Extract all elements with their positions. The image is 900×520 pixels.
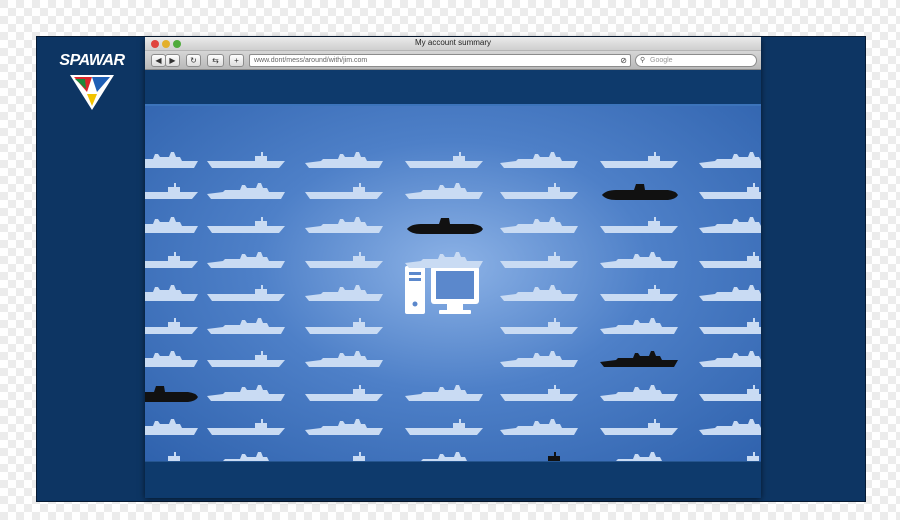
ship-grid-area [145,106,761,461]
reload-button[interactable]: ↻ [186,54,201,67]
destroyer-ship-icon [600,385,678,401]
page-footer-band [145,461,761,498]
destroyer-ship-icon [500,152,578,168]
destroyer-ship-icon [699,152,761,168]
destroyer-ship-icon [699,217,761,233]
carrier-ship-icon [145,183,198,199]
page-header-band [145,70,761,106]
destroyer-ship-icon [305,419,383,435]
browser-window: My account summary ◀ ▶ ↻ ⇆ + www.dont/me… [145,37,761,498]
destroyer-ship-icon [223,452,285,461]
destroyer-ship-icon [305,217,383,233]
forward-button[interactable]: ▶ [165,54,180,67]
bookmarks-button[interactable]: ⇆ [207,54,224,67]
back-button[interactable]: ◀ [151,54,166,67]
logo-emblem [70,75,114,110]
carrier-ship-icon [600,152,678,168]
carrier-ship-icon [207,217,285,233]
destroyer-ship-icon [405,183,483,199]
carrier-ship-icon [305,183,383,199]
destroyer-ship-icon [305,285,383,301]
destroyer-ship-icon [405,252,483,268]
carrier-ship-icon [600,285,678,301]
carrier-ship-icon [699,452,761,461]
destroyer-ship-icon [699,419,761,435]
destroyer-ship-icon [145,285,198,301]
carrier-ship-icon [405,419,483,435]
carrier-ship-icon [500,385,578,401]
destroyer-ship-icon [145,419,198,435]
browser-toolbar: ◀ ▶ ↻ ⇆ + www.dont/mess/around/with/jim.… [145,51,761,70]
destroyer-ship-icon [207,385,285,401]
destroyer-ship-icon [207,252,285,268]
destroyer-ship-icon [145,152,198,168]
carrier-ship-icon [699,183,761,199]
carrier-ship-icon [699,318,761,334]
destroyer-ship-icon [421,452,483,461]
search-placeholder: Google [650,57,673,64]
destroyer-ship-icon [145,351,198,367]
carrier-ship-icon [699,385,761,401]
carrier-ship-icon [207,419,285,435]
search-icon: ⚲ [640,57,646,64]
carrier-ship-icon [500,452,578,461]
carrier-ship-icon [305,318,383,334]
carrier-ship-icon [405,152,483,168]
carrier-ship-icon [145,452,198,461]
carrier-ship-icon [500,318,578,334]
destroyer-ship-icon [600,318,678,334]
window-title: My account summary [414,38,492,47]
destroyer-ship-icon [207,318,285,334]
destroyer-ship-icon [500,285,578,301]
carrier-ship-icon [305,452,383,461]
destroyer-ship-icon [500,351,578,367]
carrier-ship-icon [500,252,578,268]
submarine-ship-icon [145,386,198,402]
add-bookmark-button[interactable]: + [229,54,244,67]
destroyer-ship-icon [500,217,578,233]
destroyer-ship-icon [305,152,383,168]
destroyer-ship-icon [207,183,285,199]
carrier-ship-icon [600,419,678,435]
destroyer-ship-icon [600,351,678,367]
address-text: www.dont/mess/around/with/jim.com [254,57,368,64]
address-bar[interactable]: www.dont/mess/around/with/jim.com ⊘ [249,54,631,67]
destroyer-ship-icon [616,452,678,461]
spawar-logo: SPAWAR [52,52,132,114]
destroyer-ship-icon [405,385,483,401]
carrier-ship-icon [207,351,285,367]
carrier-ship-icon [145,252,198,268]
carrier-ship-icon [305,252,383,268]
submarine-ship-icon [407,218,483,234]
title-bar: My account summary [145,37,761,51]
search-field[interactable]: ⚲ Google [635,54,757,67]
carrier-ship-icon [207,285,285,301]
carrier-ship-icon [500,183,578,199]
destroyer-ship-icon [500,419,578,435]
carrier-ship-icon [207,152,285,168]
carrier-ship-icon [699,252,761,268]
stop-reload-icon[interactable]: ⊘ [620,56,627,65]
destroyer-ship-icon [699,351,761,367]
destroyer-ship-icon [600,252,678,268]
carrier-ship-icon [600,217,678,233]
destroyer-ship-icon [305,351,383,367]
destroyer-ship-icon [145,217,198,233]
submarine-ship-icon [602,184,678,200]
destroyer-ship-icon [699,285,761,301]
carrier-ship-icon [305,385,383,401]
carrier-ship-icon [145,318,198,334]
